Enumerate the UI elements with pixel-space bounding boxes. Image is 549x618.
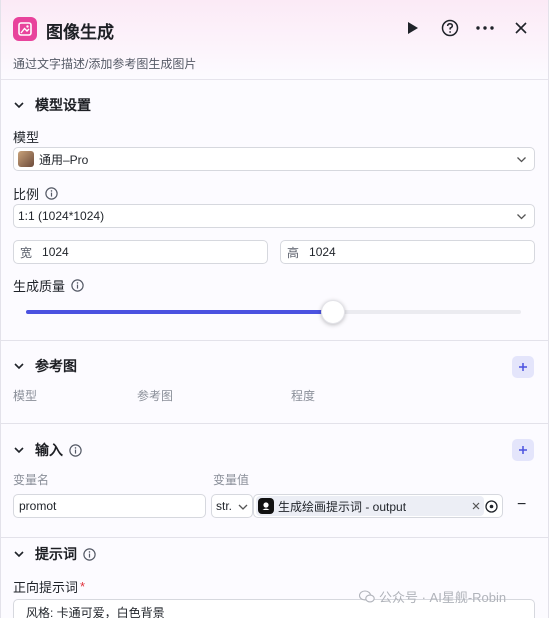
clear-icon[interactable] (472, 502, 480, 510)
chevron-down-icon[interactable] (13, 444, 25, 456)
add-reference-button[interactable] (512, 356, 534, 378)
section-prompt[interactable]: 提示词 (13, 544, 96, 564)
section-title: 输入 (35, 442, 63, 458)
height-value[interactable]: 1024 (309, 245, 336, 259)
variable-value-field[interactable]: 生成绘画提示词 - output (253, 494, 503, 518)
ratio-select[interactable]: 1:1 (1024*1024) (13, 204, 535, 228)
chevron-down-icon[interactable] (13, 548, 25, 560)
section-title: 提示词 (35, 546, 77, 562)
quality-label-row: 生成质量 (13, 276, 84, 295)
positive-prompt-label: 正向提示词 (13, 580, 79, 595)
add-input-button[interactable] (512, 439, 534, 461)
info-icon[interactable] (83, 547, 96, 561)
section-title: 模型设置 (35, 97, 91, 113)
ratio-label: 比例 (13, 187, 40, 202)
section-model-settings[interactable]: 模型设置 (13, 95, 91, 115)
positive-prompt-value[interactable]: 风格: 卡通可爱，白色背景 (26, 606, 165, 618)
info-icon[interactable] (71, 279, 84, 292)
page-title: 图像生成 (46, 23, 114, 42)
positive-prompt-label-row: 正向提示词 * (13, 577, 85, 596)
close-icon[interactable] (511, 18, 531, 38)
quality-slider-handle[interactable] (320, 300, 345, 324)
more-icon[interactable] (475, 18, 495, 38)
model-avatar (18, 151, 34, 167)
quality-slider[interactable] (26, 300, 521, 324)
width-input[interactable]: 宽 1024 (13, 240, 268, 264)
plus-icon (519, 446, 527, 454)
input-col-value: 变量值 (213, 473, 250, 487)
width-value[interactable]: 1024 (42, 245, 69, 259)
variable-reference-tag[interactable]: 生成绘画提示词 - output (256, 496, 484, 516)
input-col-name: 变量名 (13, 473, 50, 487)
model-select[interactable]: 通用–Pro (13, 147, 535, 171)
watermark-text: 公众号 · AI星舰-Robin (379, 590, 507, 605)
chevron-down-icon[interactable] (13, 360, 25, 372)
divider (1, 423, 548, 424)
section-reference[interactable]: 参考图 (13, 356, 77, 376)
image-generation-icon (13, 17, 37, 41)
variable-reference-text: 生成绘画提示词 - output (278, 499, 407, 514)
image-generation-node-panel: 图像生成 通过文字描述/添加参考图生成图片 模型设置 模型 通用–Pro 比例 … (0, 0, 549, 618)
node-logo-icon (258, 498, 274, 514)
ref-col-degree: 程度 (291, 389, 316, 403)
info-icon[interactable] (69, 443, 82, 457)
help-icon[interactable] (440, 18, 460, 38)
quality-slider-fill (26, 310, 333, 314)
plus-icon (519, 363, 527, 371)
page-subtitle: 通过文字描述/添加参考图生成图片 (13, 57, 197, 71)
chevron-down-icon (517, 214, 526, 220)
info-icon[interactable] (45, 187, 58, 200)
section-title: 参考图 (35, 358, 77, 374)
run-icon[interactable] (403, 18, 423, 38)
chevron-down-icon (238, 504, 248, 510)
width-prefix: 宽 (20, 245, 33, 260)
divider (1, 340, 548, 341)
ref-col-image: 参考图 (137, 389, 174, 403)
variable-type-value: str. (216, 499, 233, 513)
height-input[interactable]: 高 1024 (280, 240, 535, 264)
chevron-down-icon[interactable] (13, 99, 25, 111)
section-inputs[interactable]: 输入 (13, 440, 82, 460)
divider (1, 537, 548, 538)
remove-input-button[interactable]: − (517, 496, 526, 514)
ratio-label-row: 比例 (13, 184, 58, 203)
variable-picker-icon[interactable] (485, 500, 498, 513)
quality-label: 生成质量 (13, 279, 66, 294)
variable-type-select[interactable]: str. (211, 494, 253, 518)
ref-col-model: 模型 (13, 389, 38, 403)
model-value: 通用–Pro (39, 152, 89, 167)
variable-name-value[interactable]: promot (19, 499, 56, 513)
model-label: 模型 (13, 130, 40, 145)
wechat-icon (359, 590, 375, 603)
chevron-down-icon (517, 157, 526, 163)
ratio-value: 1:1 (1024*1024) (18, 209, 105, 223)
panel-header: 图像生成 通过文字描述/添加参考图生成图片 (1, 0, 548, 80)
required-mark: * (80, 579, 86, 594)
watermark: 公众号 · AI星舰-Robin (359, 587, 506, 606)
variable-name-input[interactable]: promot (13, 494, 206, 518)
height-prefix: 高 (287, 245, 300, 260)
